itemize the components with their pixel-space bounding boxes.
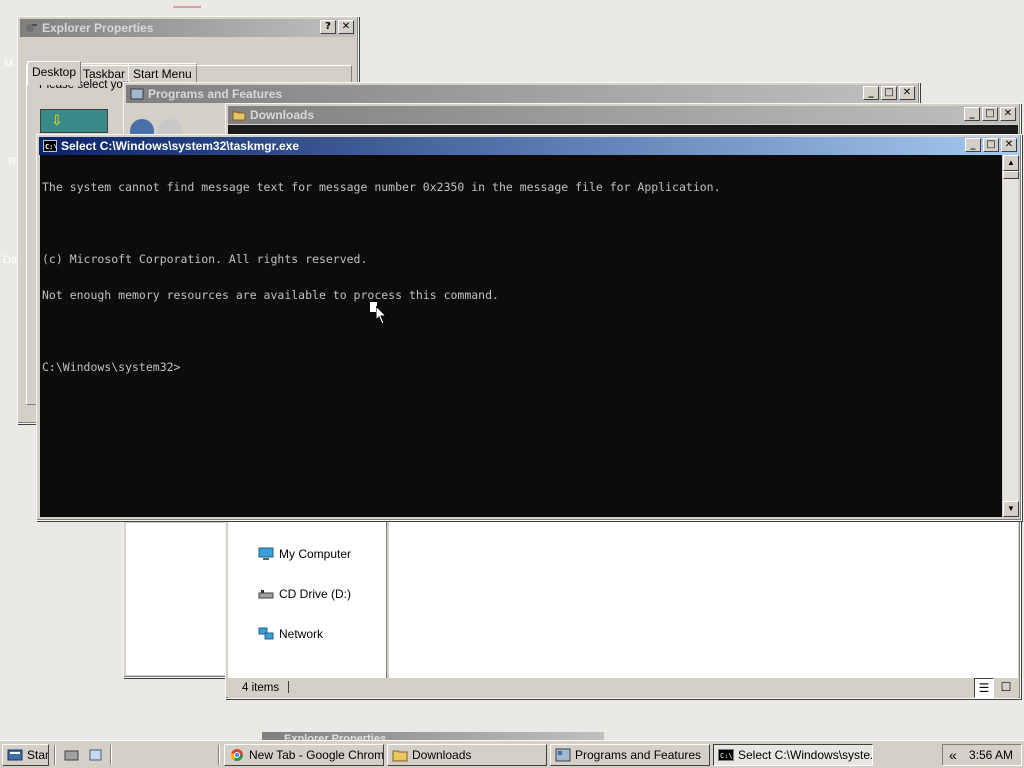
command-prompt-titlebar[interactable]: C:\ Select C:\Windows\system32\taskmgr.e…: [39, 137, 1019, 155]
console-output[interactable]: The system cannot find message text for …: [40, 155, 1002, 517]
help-button[interactable]: ?: [320, 20, 336, 34]
minimize-button[interactable]: _: [964, 107, 980, 121]
mouse-cursor: [370, 300, 388, 328]
programs-icon: [130, 88, 144, 100]
taskbar-item-label: Downloads: [412, 748, 472, 762]
desktop-icon-fragment: Da: [3, 254, 18, 266]
tray-expand-button[interactable]: «: [949, 747, 957, 763]
maximize-button[interactable]: □: [983, 138, 999, 152]
desktop-icon-fragment: R: [8, 156, 16, 168]
scroll-up-button[interactable]: ▲: [1003, 155, 1019, 171]
folder-icon: [392, 748, 408, 762]
nav-item-label: CD Drive (D:): [279, 587, 351, 601]
taskbar: Start New Tab - Google Chrome Downloads …: [0, 740, 1024, 768]
maximize-button[interactable]: □: [881, 86, 897, 100]
programs-icon: [555, 748, 571, 762]
file-list: [389, 522, 1018, 678]
svg-text:C:\: C:\: [45, 143, 57, 151]
nav-item-label: Network: [279, 627, 324, 641]
programs-features-titlebar[interactable]: Programs and Features _ □ ✕: [126, 85, 917, 103]
nav-item-network[interactable]: Network: [258, 627, 323, 641]
tasks-separator: [218, 745, 220, 765]
nav-item-my-computer[interactable]: My Computer: [258, 547, 351, 561]
status-separator: [288, 681, 289, 693]
taskbar-item-downloads[interactable]: Downloads: [387, 744, 547, 766]
start-label: Start: [27, 748, 49, 762]
clock[interactable]: 3:56 AM: [969, 748, 1013, 762]
window-title: Downloads: [250, 108, 315, 122]
cmd-icon: C:\: [43, 140, 58, 152]
explorer-properties-titlebar[interactable]: Explorer Properties ? ✕: [20, 19, 356, 37]
scroll-thumb[interactable]: [1003, 171, 1019, 179]
cd-drive-icon: [258, 587, 274, 601]
status-bar: 4 items ☰ ☐: [228, 678, 1018, 698]
close-button[interactable]: ✕: [899, 86, 915, 100]
svg-text:C:\: C:\: [720, 752, 733, 760]
desktop-preview: ⇩: [40, 109, 108, 133]
computer-icon: [258, 547, 274, 561]
desktop-flower-icon: [173, 6, 201, 16]
console-line: Not enough memory resources are availabl…: [42, 288, 499, 302]
downloads-titlebar[interactable]: Downloads _ □ ✕: [228, 106, 1018, 124]
chrome-icon: [229, 748, 245, 762]
taskbar-item-command-prompt[interactable]: C:\ Select C:\Windows\syste...: [713, 744, 873, 766]
console-line: (c) Microsoft Corporation. All rights re…: [42, 252, 368, 266]
status-item-count: 4 items: [242, 682, 280, 694]
close-button[interactable]: ✕: [1001, 138, 1017, 152]
taskbar-item-programs-features[interactable]: Programs and Features: [550, 744, 710, 766]
nav-item-cd-drive[interactable]: CD Drive (D:): [258, 587, 351, 601]
cmd-icon: C:\: [718, 748, 734, 762]
console-prompt: C:\Windows\system32>: [42, 360, 181, 374]
taskbar-item-label: Programs and Features: [575, 748, 702, 762]
taskbar-item-label: Select C:\Windows\syste...: [738, 748, 873, 762]
tiles-view-button[interactable]: ☐: [996, 678, 1016, 698]
explorer-quicklaunch-icon[interactable]: [88, 748, 104, 762]
console-line: The system cannot find message text for …: [42, 180, 721, 194]
taskbar-item-chrome[interactable]: New Tab - Google Chrome: [224, 744, 384, 766]
system-tray: « 3:56 AM: [942, 744, 1022, 766]
window-title: Programs and Features: [148, 87, 283, 101]
start-logo-icon: [7, 748, 23, 762]
desktop-icon-fragment: M: [4, 58, 14, 70]
quicklaunch-separator: [54, 745, 56, 765]
nav-item-label: My Computer: [279, 547, 352, 561]
details-view-button[interactable]: ☰: [974, 678, 994, 698]
tab-desktop[interactable]: Desktop: [27, 61, 82, 85]
show-desktop-icon[interactable]: [64, 748, 80, 762]
minimize-button[interactable]: _: [965, 138, 981, 152]
taskbar-item-label: New Tab - Google Chrome: [249, 748, 384, 762]
scroll-down-button[interactable]: ▼: [1003, 501, 1019, 517]
console-scrollbar[interactable]: ▲ ▼: [1002, 155, 1019, 517]
folder-icon: [232, 109, 246, 121]
settings-icon: [24, 22, 38, 34]
maximize-button[interactable]: □: [982, 107, 998, 121]
minimize-button[interactable]: _: [863, 86, 879, 100]
download-arrow-icon: ⇩: [51, 112, 63, 128]
programs-content: [126, 523, 226, 675]
quicklaunch-separator: [110, 745, 112, 765]
start-button[interactable]: Start: [2, 744, 49, 766]
window-title: Select C:\Windows\system32\taskmgr.exe: [61, 139, 299, 153]
close-button[interactable]: ✕: [1000, 107, 1016, 121]
network-icon: [258, 627, 274, 641]
window-title: Explorer Properties: [42, 21, 154, 35]
close-button[interactable]: ✕: [338, 20, 354, 34]
